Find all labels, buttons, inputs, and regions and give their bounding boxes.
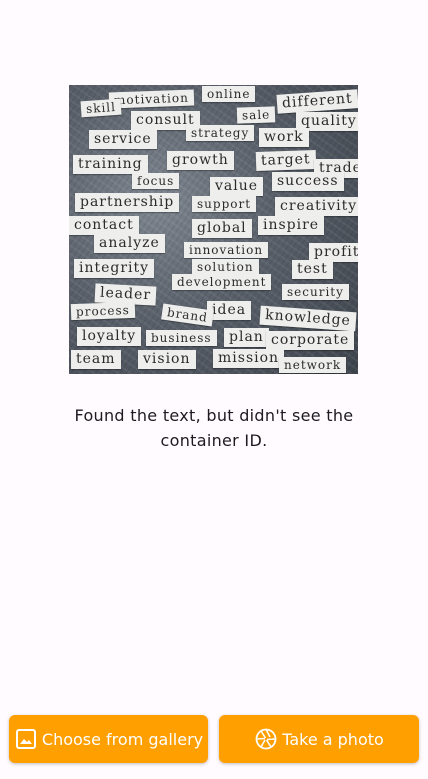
- status-bar: [0, 0, 428, 40]
- collage-word-sale: sale: [236, 106, 276, 124]
- collage-word-brand: brand: [161, 303, 214, 327]
- collage-word-mission: mission: [213, 349, 285, 368]
- collage-word-value: value: [210, 177, 264, 196]
- collage-word-focus: focus: [132, 173, 180, 189]
- collage-word-online: online: [202, 86, 256, 102]
- collage-word-motivation: motivation: [108, 89, 195, 109]
- collage-word-security: security: [282, 284, 349, 300]
- collage-word-work: work: [259, 128, 309, 147]
- collage-word-contact: contact: [69, 216, 139, 235]
- collage-word-partnership: partnership: [75, 193, 180, 212]
- image-icon: [14, 727, 38, 751]
- choose-from-gallery-label: Choose from gallery: [41, 729, 204, 749]
- camera-shutter-icon: [254, 727, 278, 751]
- take-photo-label: Take a photo: [282, 729, 384, 749]
- word-collage-image: motivation online skill different sale consul…: [69, 85, 358, 374]
- collage-word-support: support: [192, 196, 257, 212]
- collage-word-service: service: [89, 130, 157, 149]
- collage-word-strategy: strategy: [186, 125, 255, 141]
- collage-word-solution: solution: [192, 259, 259, 275]
- collage-word-loyalty: loyalty: [77, 327, 142, 346]
- result-message: Found the text, but didn't see the conta…: [74, 406, 354, 450]
- collage-word-test: test: [292, 260, 333, 279]
- collage-word-network: network: [279, 357, 347, 373]
- collage-word-innovation: innovation: [184, 242, 269, 258]
- take-photo-button[interactable]: Take a photo: [219, 715, 419, 763]
- collage-word-analyze: analyze: [94, 234, 165, 253]
- collage-word-global: global: [192, 219, 252, 238]
- collage-word-plan: plan: [224, 328, 269, 347]
- collage-word-inspire: inspire: [258, 216, 325, 235]
- collage-word-knowledge: knowledge: [259, 305, 357, 332]
- collage-word-skill: skill: [80, 98, 122, 118]
- collage-word-process: process: [70, 301, 136, 321]
- collage-word-target: target: [255, 149, 316, 172]
- collage-word-vision: vision: [138, 350, 196, 369]
- collage-word-creativity: creativity: [275, 197, 358, 216]
- collage-word-team: team: [71, 350, 121, 369]
- collage-word-corporate: corporate: [266, 331, 355, 350]
- collage-word-training: training: [73, 155, 148, 174]
- collage-word-business: business: [146, 330, 217, 346]
- collage-word-different: different: [276, 89, 358, 114]
- collage-word-success: success: [272, 172, 344, 191]
- collage-word-development: development: [172, 274, 272, 290]
- choose-from-gallery-button[interactable]: Choose from gallery: [9, 715, 208, 763]
- collage-word-integrity: integrity: [74, 259, 155, 278]
- collage-word-growth: growth: [167, 151, 234, 170]
